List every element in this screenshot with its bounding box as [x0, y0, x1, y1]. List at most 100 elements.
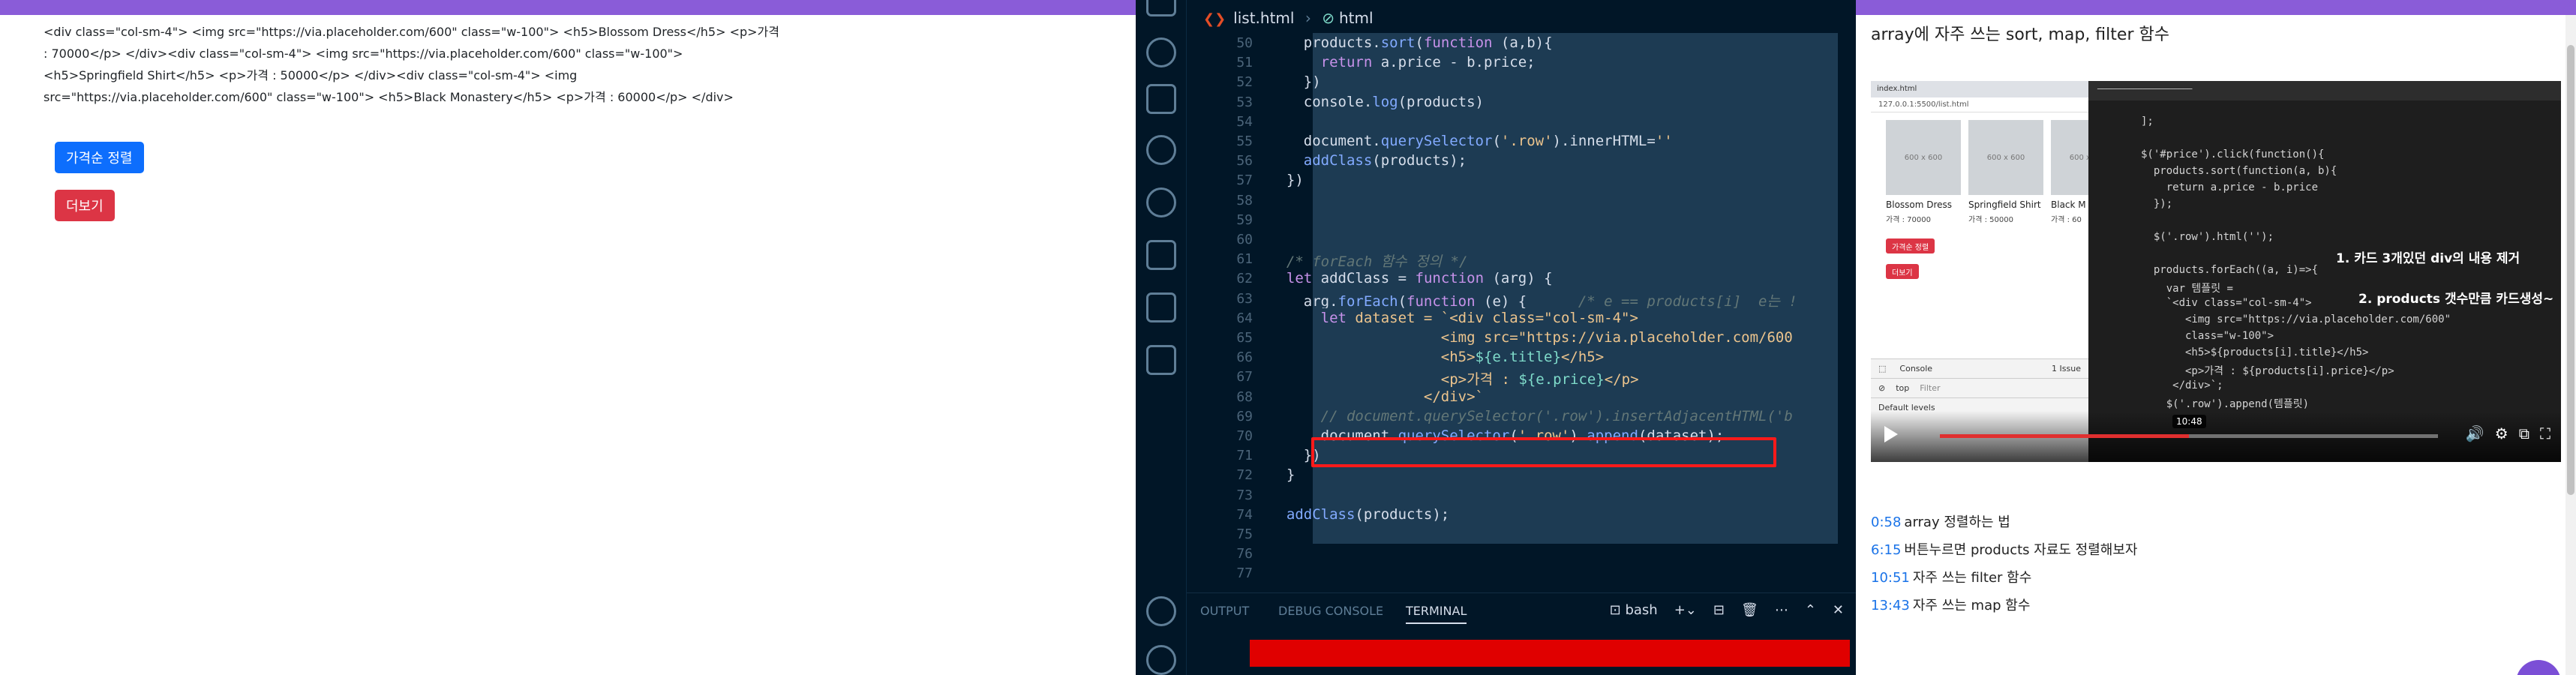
page-scrollbar[interactable]: [2565, 15, 2576, 675]
volume-icon[interactable]: 🔊: [2466, 424, 2484, 442]
explorer-icon[interactable]: [1146, 0, 1176, 16]
line-number: 62: [1236, 271, 1253, 287]
browser-page: <div class="col-sm-4"> <img src="https:/…: [0, 0, 1136, 675]
vscode-window: ❮❯ list.html › ⊘ html 50 products.sort(fun…: [1136, 0, 1856, 675]
video-code-line: products.sort(function(a, b){: [2141, 165, 2337, 177]
run-debug-icon[interactable]: [1146, 84, 1176, 114]
page-top-bar: [1856, 0, 2576, 15]
devtools-console-tab: Console: [1899, 364, 1933, 374]
chapter-item[interactable]: 10:51 자주 쓰는 filter 함수: [1871, 564, 2137, 592]
time-tooltip: 10:48: [2172, 415, 2206, 428]
line-number: 55: [1236, 134, 1253, 149]
video-annotation-2: 2. products 갯수만큼 카드생성~: [2358, 292, 2554, 307]
chapter-timestamp-link[interactable]: 0:58: [1871, 514, 1901, 530]
devtools-context: top: [1896, 383, 1910, 393]
code-line: // document.querySelector('.row').insert…: [1269, 407, 1793, 424]
code-line: addClass(products);: [1303, 152, 1467, 170]
chapter-label: 버튼누르면 products 자료도 정렬해보자: [1904, 542, 2138, 558]
mini-card-price: 가격 : 70000: [1886, 216, 1931, 224]
terminal-shell-selector[interactable]: ⊡ bash: [1610, 602, 1658, 618]
play-icon[interactable]: [1884, 426, 1898, 442]
video-code-editor: ───────────────────── 1. 카드 3개있던 div의 내용…: [2088, 81, 2561, 462]
sort-by-price-button[interactable]: 가격순 정렬: [55, 142, 144, 173]
video-player[interactable]: index.html 127.0.0.1:5500/list.html 600 …: [1871, 81, 2561, 462]
control-icons: 🔊 ⚙ ⧉ ⛶: [2466, 424, 2550, 442]
breadcrumb-file[interactable]: list.html: [1233, 9, 1294, 27]
code-line: let addClass = function (arg) {: [1286, 270, 1553, 287]
settings-icon[interactable]: ⚙: [2495, 424, 2508, 442]
chapter-timestamp-link[interactable]: 6:15: [1871, 542, 1901, 558]
line-number: 58: [1236, 192, 1253, 208]
docker-icon[interactable]: [1146, 292, 1176, 322]
search-icon[interactable]: [1146, 38, 1176, 68]
settings-gear-icon[interactable]: [1146, 645, 1176, 675]
trash-icon[interactable]: 🗑: [1741, 602, 1758, 618]
code-editor[interactable]: 50 products.sort(function (a,b){51 retur…: [1187, 28, 1856, 592]
chapter-timestamp-link[interactable]: 13:43: [1871, 598, 1910, 614]
scrollbar-thumb[interactable]: [2567, 45, 2574, 495]
more-button[interactable]: 더보기: [55, 190, 115, 221]
breadcrumb[interactable]: ❮❯ list.html › ⊘ html: [1203, 9, 1374, 27]
video-code-line: });: [2141, 198, 2173, 210]
code-line: /* forEach 함수 정의 */: [1269, 254, 1468, 271]
line-number: 59: [1236, 212, 1253, 228]
account-icon[interactable]: [1146, 596, 1176, 626]
devtools-clear-icon: ⊘: [1878, 383, 1886, 393]
more-actions-icon[interactable]: ⋯: [1775, 602, 1788, 618]
progress-fill: [1940, 434, 2189, 438]
line-number: 53: [1236, 94, 1253, 110]
html-file-icon: ❮❯: [1203, 11, 1226, 27]
breadcrumb-symbol[interactable]: html: [1339, 9, 1374, 27]
code-line: document.querySelector('.row').innerHTML…: [1269, 133, 1673, 149]
chapter-item[interactable]: 0:58 array 정렬하는 법: [1871, 508, 2137, 536]
progress-track[interactable]: 10:48: [1940, 415, 2438, 438]
video-code-line: <h5>${products[i].title}</h5>: [2141, 346, 2369, 358]
line-number: 68: [1236, 388, 1253, 405]
code-line: products.sort(function (a,b){: [1269, 34, 1553, 51]
extensions-icon[interactable]: [1146, 240, 1176, 270]
split-terminal-icon[interactable]: ⊟: [1713, 602, 1725, 618]
remote-explorer-icon[interactable]: [1146, 345, 1176, 375]
pip-icon[interactable]: ⧉: [2519, 424, 2529, 442]
line-number: 67: [1236, 369, 1253, 386]
selection-highlight: [1313, 72, 1838, 92]
video-code-line: `<div class="col-sm-4">: [2141, 297, 2312, 309]
code-line: return a.price - b.price;: [1320, 54, 1536, 71]
video-mini-browser: index.html 127.0.0.1:5500/list.html 600 …: [1871, 81, 2126, 462]
line-number: 70: [1236, 428, 1253, 444]
video-code-line: $('.row').append(템플릿): [2141, 398, 2310, 410]
selection-highlight: [1313, 524, 1838, 544]
source-control-icon[interactable]: [1146, 135, 1176, 165]
tab-output[interactable]: OUTPUT: [1200, 604, 1249, 618]
video-code-line: $('.row').html('');: [2141, 231, 2274, 243]
devtools-filter: Filter: [1920, 383, 1941, 393]
github-icon[interactable]: [1146, 188, 1176, 218]
close-panel-icon[interactable]: ✕: [1833, 602, 1844, 618]
mini-tab: index.html: [1871, 81, 2088, 98]
tab-debug-console[interactable]: DEBUG CONSOLE: [1278, 604, 1383, 618]
line-number: 71: [1236, 448, 1253, 464]
mini-more-button: 더보기: [1886, 264, 1919, 279]
code-line: }): [1269, 172, 1304, 189]
bottom-panel: OUTPUT DEBUG CONSOLE TERMINAL ⊡ bash +⌄ …: [1187, 592, 1856, 675]
line-number: 54: [1236, 113, 1253, 130]
tab-terminal[interactable]: TERMINAL: [1406, 604, 1467, 624]
fullscreen-icon[interactable]: ⛶: [2540, 424, 2550, 442]
devtools-inspect-icon: ⬚: [1878, 364, 1887, 374]
line-number: 50: [1236, 35, 1253, 51]
panel-toolbar: ⊡ bash +⌄ ⊟ 🗑 ⋯ ⌃ ✕: [1610, 602, 1844, 618]
new-terminal-icon[interactable]: +⌄: [1674, 602, 1697, 618]
code-line: }): [1269, 74, 1321, 91]
code-line: let dataset = `<div class="col-sm-4">: [1320, 309, 1638, 326]
chapter-item[interactable]: 6:15 버튼누르면 products 자료도 정렬해보자: [1871, 536, 2137, 564]
line-number: 69: [1236, 408, 1253, 424]
chapter-item[interactable]: 13:43 자주 쓰는 map 함수: [1871, 592, 2137, 620]
floating-action-button[interactable]: [2516, 660, 2561, 675]
video-code-line: var 템플릿 =: [2141, 283, 2233, 295]
maximize-panel-icon[interactable]: ⌃: [1805, 602, 1816, 618]
chapter-timestamp-link[interactable]: 10:51: [1871, 570, 1910, 586]
video-controls: 10:48 🔊 ⚙ ⧉ ⛶: [1871, 411, 2561, 462]
video-code-line: </div>`;: [2141, 380, 2223, 392]
selection-highlight: [1313, 209, 1838, 230]
video-code-line: $('#price').click(function(){: [2141, 148, 2325, 160]
